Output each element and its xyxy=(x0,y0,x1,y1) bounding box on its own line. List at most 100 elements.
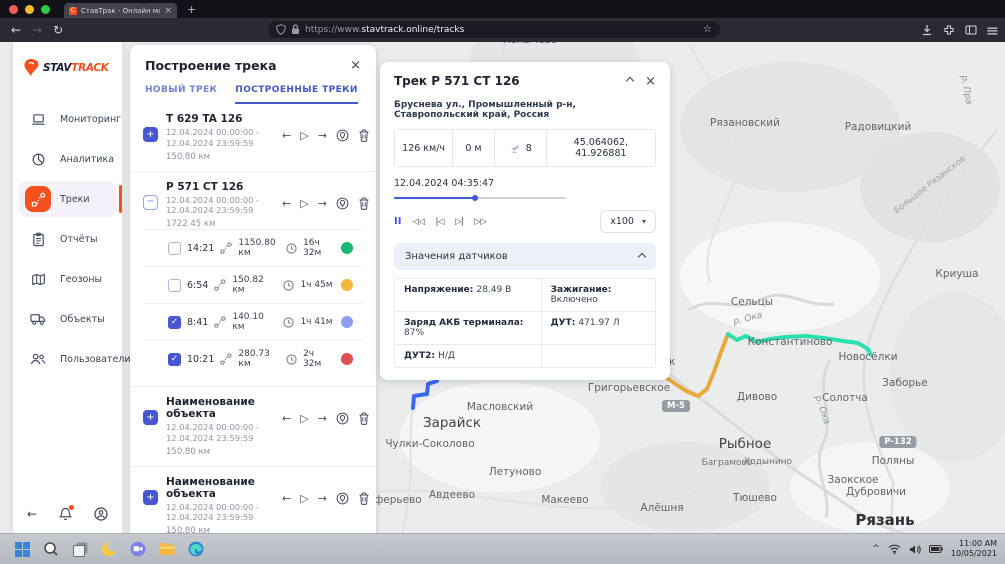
shield-icon[interactable] xyxy=(276,24,286,35)
lock-icon[interactable] xyxy=(291,24,300,35)
next-track-button[interactable]: → xyxy=(318,412,327,425)
playback-speed-select[interactable]: x100 ▾ xyxy=(600,210,656,233)
task-view-icon[interactable] xyxy=(71,540,89,558)
pause-button[interactable]: II xyxy=(394,216,401,227)
prev-track-button[interactable]: ← xyxy=(282,492,291,505)
segment-color-dot[interactable] xyxy=(341,242,353,254)
rewind-button[interactable]: ◁◁ xyxy=(412,217,424,227)
sidebar-item-analytics[interactable]: Аналитика xyxy=(19,141,116,177)
coordinates-value: 45.064062, 41.926881 xyxy=(546,130,655,166)
map-place-label: ферьево xyxy=(374,494,421,506)
play-track-button[interactable]: ▷ xyxy=(300,129,308,142)
delete-track-button[interactable] xyxy=(358,412,370,425)
step-back-button[interactable]: |◁ xyxy=(436,217,444,227)
tracks-panel-close-icon[interactable]: × xyxy=(350,59,361,72)
fast-forward-button[interactable]: ▷▷ xyxy=(474,217,486,227)
new-tab-button[interactable]: + xyxy=(187,3,196,16)
wifi-icon[interactable] xyxy=(888,544,901,554)
sidebar-toggle-icon[interactable] xyxy=(964,24,977,37)
sidebar-item-label: Отчёты xyxy=(60,234,98,245)
step-forward-button[interactable]: ▷| xyxy=(455,217,463,227)
show-hidden-icons-chevron[interactable]: ^ xyxy=(872,544,880,554)
sidebar-item-objects[interactable]: Объекты xyxy=(19,301,116,337)
sidebar-item-geozones[interactable]: Геозоны xyxy=(19,261,116,297)
back-button[interactable]: ← xyxy=(11,23,21,37)
segment-color-dot[interactable] xyxy=(341,353,353,365)
start-button-icon[interactable] xyxy=(13,540,31,558)
collapse-panel-icon[interactable] xyxy=(626,77,634,85)
segment-checkbox[interactable]: ✓ xyxy=(168,353,181,366)
segment-checkbox[interactable] xyxy=(168,242,181,255)
segment-checkbox[interactable] xyxy=(168,279,181,292)
sidebar-item-tracks[interactable]: Треки xyxy=(19,181,116,217)
sensors-accordion-header[interactable]: Значения датчиков xyxy=(394,243,656,270)
sensor-cell: Напряжение: 28.49 В xyxy=(395,279,541,311)
profile-icon[interactable] xyxy=(94,507,108,521)
next-track-button[interactable]: → xyxy=(318,492,327,505)
minimize-window-button[interactable] xyxy=(25,5,34,14)
detail-panel-close-icon[interactable]: × xyxy=(645,75,656,88)
play-track-button[interactable]: ▷ xyxy=(300,412,308,425)
sidebar-item-label: Аналитика xyxy=(60,154,114,165)
sidebar-item-reports[interactable]: Отчёты xyxy=(19,221,116,257)
expand-track-button[interactable]: + xyxy=(143,127,158,142)
close-window-button[interactable] xyxy=(9,5,18,14)
tab-built-tracks[interactable]: ПОСТРОЕННЫЕ ТРЕКИ xyxy=(235,85,358,104)
locate-track-button[interactable] xyxy=(336,197,349,210)
notifications-bell-icon[interactable] xyxy=(59,507,72,521)
route-icon xyxy=(220,242,232,254)
downloads-icon[interactable] xyxy=(920,24,933,37)
track-detail-title: Трек P 571 CT 126 xyxy=(394,74,627,88)
battery-icon[interactable] xyxy=(929,545,943,553)
file-explorer-icon[interactable] xyxy=(158,540,176,558)
forward-button[interactable]: → xyxy=(32,23,42,37)
expand-track-button[interactable]: + xyxy=(143,490,158,505)
next-track-button[interactable]: → xyxy=(318,129,327,142)
delete-track-button[interactable] xyxy=(358,129,370,142)
track-item: + T 629 TA 126 12.04.2024 00:00:00 - 12.… xyxy=(130,104,376,171)
browser-tab[interactable]: С СтавТрак - Онлайн мониторин × xyxy=(64,3,177,18)
bookmark-star-icon[interactable]: ☆ xyxy=(703,24,712,35)
taskbar-clock[interactable]: 11:00 AM 10/05/2021 xyxy=(951,539,997,560)
segment-checkbox[interactable]: ✓ xyxy=(168,316,181,329)
delete-track-button[interactable] xyxy=(358,197,370,210)
menu-icon[interactable]: ≡ xyxy=(986,24,999,37)
prev-track-button[interactable]: ← xyxy=(282,197,291,210)
sidebar-item-label: Пользователи xyxy=(60,354,131,365)
segment-start-time: 14:21 xyxy=(187,243,214,254)
map-place-label: Дивово xyxy=(737,391,777,403)
segment-color-dot[interactable] xyxy=(341,316,353,328)
segment-color-dot[interactable] xyxy=(341,279,353,291)
expand-track-button[interactable]: − xyxy=(143,195,158,210)
tab-close-icon[interactable]: × xyxy=(164,6,172,16)
locate-track-button[interactable] xyxy=(336,492,349,505)
speed-value: 126 км/ч xyxy=(395,130,452,166)
prev-track-button[interactable]: ← xyxy=(282,129,291,142)
page-viewport: КолычевоРязановскийРадовицкийр. ПраБольш… xyxy=(0,42,1005,533)
extensions-icon[interactable] xyxy=(942,24,955,37)
track-name: T 629 TA 126 xyxy=(166,113,274,125)
search-icon[interactable] xyxy=(42,540,60,558)
url-bar[interactable]: https://www.stavtrack.online/tracks ☆ xyxy=(268,21,720,38)
next-track-button[interactable]: → xyxy=(318,197,327,210)
locate-track-button[interactable] xyxy=(336,129,349,142)
tab-new-track[interactable]: НОВЫЙ ТРЕК xyxy=(145,85,217,104)
reload-button[interactable]: ↻ xyxy=(53,23,63,37)
night-mode-moon-icon[interactable] xyxy=(100,540,118,558)
playback-slider[interactable] xyxy=(394,193,566,202)
sidebar-item-monitoring[interactable]: Мониторинг xyxy=(19,101,116,137)
locate-track-button[interactable] xyxy=(336,412,349,425)
expand-track-button[interactable]: + xyxy=(143,410,158,425)
volume-icon[interactable] xyxy=(909,544,921,555)
play-track-button[interactable]: ▷ xyxy=(300,492,308,505)
play-track-button[interactable]: ▷ xyxy=(300,197,308,210)
sidebar-item-users[interactable]: Пользователи xyxy=(19,341,116,377)
maximize-window-button[interactable] xyxy=(41,5,50,14)
slider-knob[interactable] xyxy=(472,195,478,201)
edge-browser-icon[interactable] xyxy=(187,540,205,558)
collapse-sidebar-icon[interactable]: ← xyxy=(27,507,37,521)
teams-chat-icon[interactable] xyxy=(129,540,147,558)
prev-track-button[interactable]: ← xyxy=(282,412,291,425)
delete-track-button[interactable] xyxy=(358,492,370,505)
objects-icon xyxy=(25,306,51,332)
